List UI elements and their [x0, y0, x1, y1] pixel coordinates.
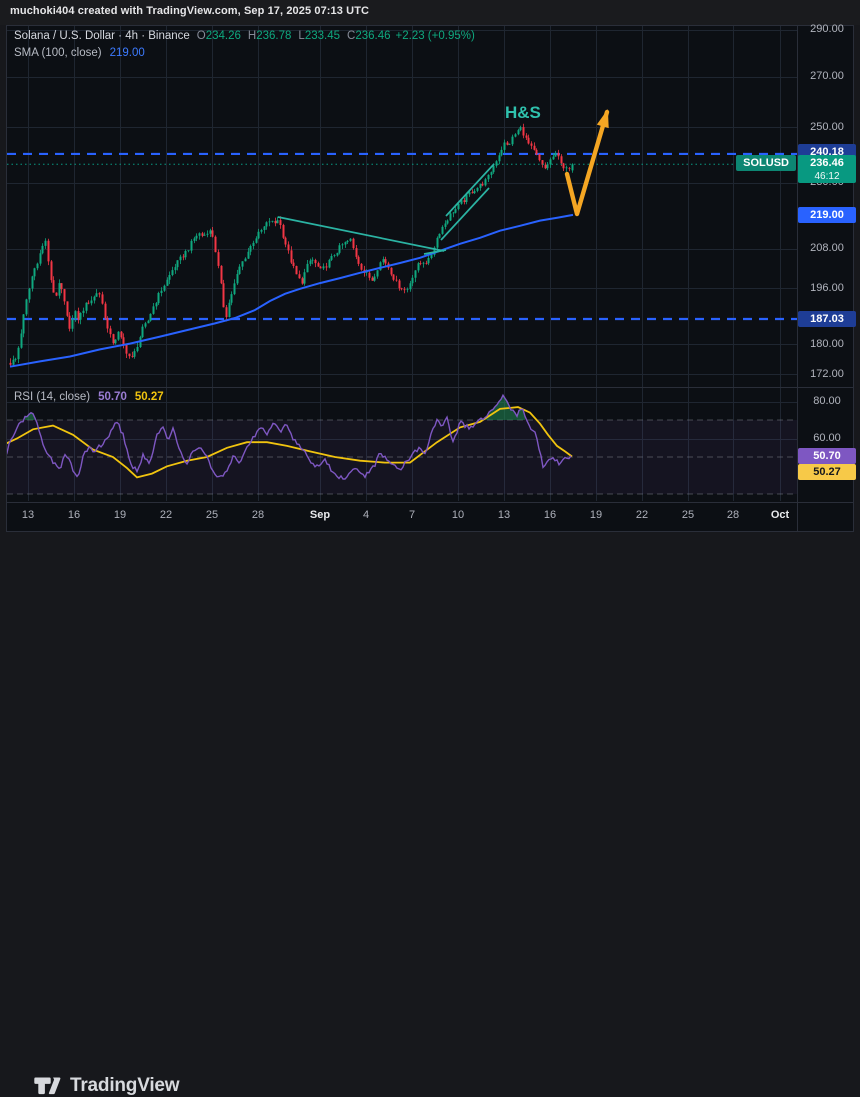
descending-trendline[interactable] [278, 217, 444, 251]
time-tick-label[interactable]: 13 [498, 509, 510, 521]
current-price-badge[interactable]: 236.46 46:12 [798, 155, 856, 183]
time-tick-label[interactable]: 19 [114, 509, 126, 521]
price-tick-label[interactable]: 196.00 [798, 282, 856, 294]
sma-label: SMA (100, close) [14, 47, 102, 59]
time-tick-label[interactable]: Sep [310, 509, 330, 521]
sma-100-line[interactable] [10, 215, 573, 367]
rsi-smooth-value: 50.27 [135, 391, 164, 403]
candlestick-series [11, 124, 573, 367]
sma-value-badge[interactable]: 219.00 [798, 207, 856, 223]
footer-bar: TradingView [0, 532, 860, 582]
up-candle-bodies [14, 127, 573, 365]
time-tick-label[interactable]: 7 [409, 509, 415, 521]
up-candle-wicks [14, 126, 573, 366]
symbol-title: Solana / U.S. Dollar · 4h · Binance [14, 30, 190, 42]
head-and-shoulders-annotation[interactable]: H&S [505, 103, 541, 123]
sma-value: 219.00 [110, 47, 145, 59]
time-tick-label[interactable]: 25 [206, 509, 218, 521]
rsi-legend[interactable]: RSI (14, close) 50.70 50.27 [14, 391, 164, 403]
time-tick-label[interactable]: 25 [682, 509, 694, 521]
open-label: O [197, 30, 206, 42]
price-tick-label[interactable]: 250.00 [798, 121, 856, 133]
low-value: 233.45 [305, 30, 340, 42]
price-tick-label[interactable]: 208.00 [798, 242, 856, 254]
open-value: 234.26 [206, 30, 241, 42]
tradingview-logo-text: TradingView [70, 1075, 179, 1097]
current-price-value: 236.46 [798, 157, 856, 170]
arrow-head [597, 109, 609, 128]
down-candle-bodies [11, 127, 570, 365]
trend-drawings[interactable] [278, 164, 494, 254]
rsi-smooth-badge[interactable]: 50.27 [798, 464, 856, 480]
down-candle-wicks [11, 124, 570, 367]
time-tick-label[interactable]: 4 [363, 509, 369, 521]
sma-legend[interactable]: SMA (100, close) 219.00 [14, 47, 145, 59]
rsi-tick-label[interactable]: 80.00 [798, 395, 856, 407]
symbol-legend[interactable]: Solana / U.S. Dollar · 4h · Binance O234.… [14, 30, 475, 42]
rsi-tick-label[interactable]: 60.00 [798, 432, 856, 444]
tradingview-screenshot: muchoki404 created with TradingView.com,… [0, 0, 860, 582]
breakout-arrow[interactable] [567, 109, 609, 214]
rsi-label: RSI (14, close) [14, 391, 90, 403]
time-tick-label[interactable]: 28 [727, 509, 739, 521]
time-tick-label[interactable]: 16 [68, 509, 80, 521]
tradingview-logo[interactable]: TradingView [34, 1075, 179, 1097]
price-tick-label[interactable]: 172.00 [798, 368, 856, 380]
close-value: 236.46 [355, 30, 390, 42]
time-tick-label[interactable]: 22 [636, 509, 648, 521]
rsi-main-badge[interactable]: 50.70 [798, 448, 856, 464]
price-line-badge-lower[interactable]: 187.03 [798, 311, 856, 327]
high-value: 236.78 [256, 30, 291, 42]
time-tick-label[interactable]: Oct [771, 509, 789, 521]
time-tick-label[interactable]: 22 [160, 509, 172, 521]
rsi-main-value: 50.70 [98, 391, 127, 403]
time-tick-label[interactable]: 19 [590, 509, 602, 521]
price-tick-label[interactable]: 180.00 [798, 338, 856, 350]
time-tick-label[interactable]: 28 [252, 509, 264, 521]
time-tick-label[interactable]: 13 [22, 509, 34, 521]
candle-countdown: 46:12 [798, 170, 856, 183]
tradingview-logo-icon [34, 1076, 61, 1096]
time-tick-label[interactable]: 16 [544, 509, 556, 521]
high-label: H [248, 30, 256, 42]
symbol-name-badge[interactable]: SOLUSD [736, 155, 796, 171]
change-value: +2.23 (+0.95%) [396, 30, 475, 42]
time-tick-label[interactable]: 10 [452, 509, 464, 521]
price-tick-label[interactable]: 290.00 [798, 23, 856, 35]
chart-canvas[interactable] [0, 0, 860, 582]
price-tick-label[interactable]: 270.00 [798, 70, 856, 82]
